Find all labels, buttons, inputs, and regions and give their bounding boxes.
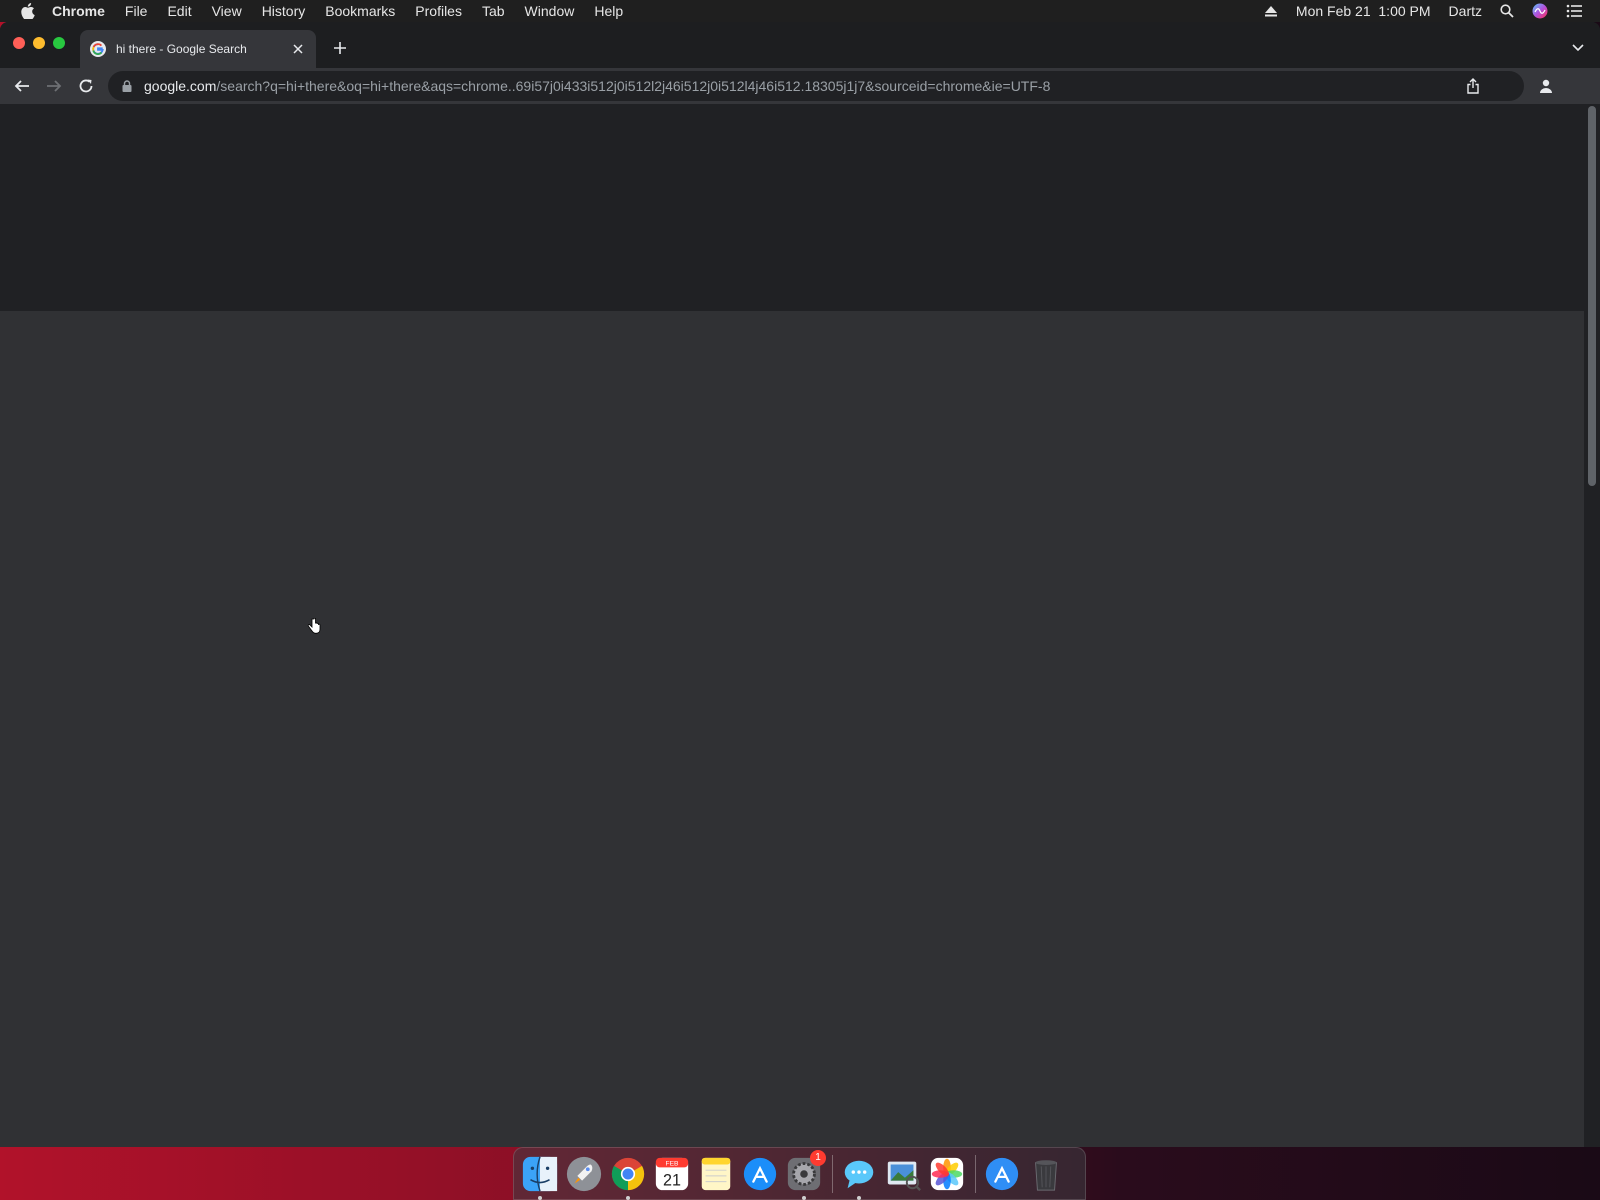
dock-messages[interactable] (839, 1154, 879, 1200)
messages-icon (844, 1160, 874, 1188)
url-path: /search?q=hi+there&oq=hi+there&aqs=chrom… (216, 78, 1051, 94)
menu-bookmarks[interactable]: Bookmarks (325, 3, 395, 19)
window-close-button[interactable] (13, 37, 25, 49)
forward-arrow-icon[interactable] (40, 72, 68, 100)
tab-title: hi there - Google Search (116, 42, 247, 56)
launchpad-rocket-icon (566, 1156, 602, 1191)
tab-strip: hi there - Google Search (0, 22, 1600, 68)
page-content[interactable] (0, 104, 1600, 1147)
calendar-icon: FEB 21 (655, 1157, 689, 1190)
reload-icon[interactable] (72, 72, 100, 100)
new-tab-button[interactable] (330, 38, 350, 58)
apple-menu-icon[interactable] (20, 3, 36, 19)
dock-photos[interactable] (927, 1154, 967, 1194)
lock-icon[interactable] (120, 79, 134, 93)
menu-bar-status-area: Mon Feb 21 1:00 PM Dartz (1264, 0, 1600, 22)
scrollbar-thumb[interactable] (1588, 106, 1596, 486)
finder-icon (522, 1156, 558, 1191)
running-indicator (538, 1195, 542, 1200)
dock-separator (832, 1154, 833, 1193)
menu-file[interactable]: File (125, 3, 148, 19)
menu-window[interactable]: Window (525, 3, 575, 19)
menu-help[interactable]: Help (594, 3, 623, 19)
google-favicon-icon (90, 41, 106, 57)
back-arrow-icon[interactable] (8, 72, 36, 100)
menu-app-name[interactable]: Chrome (52, 3, 105, 19)
dock-preview[interactable] (883, 1154, 923, 1194)
menu-bar: Chrome File Edit View History Bookmarks … (0, 0, 1600, 22)
photos-icon (930, 1157, 964, 1190)
chrome-window: hi there - Google Search google.com/sear… (0, 22, 1600, 1147)
control-center-icon[interactable] (1566, 4, 1582, 18)
dock-calendar[interactable]: FEB 21 (652, 1154, 692, 1194)
browser-tab[interactable]: hi there - Google Search (80, 30, 316, 68)
app-store-icon (743, 1157, 777, 1190)
running-indicator (857, 1195, 861, 1200)
dock-separator (975, 1154, 976, 1193)
search-header-area (0, 104, 1584, 311)
menu-view[interactable]: View (212, 3, 242, 19)
app-store-download-icon (985, 1157, 1019, 1190)
notes-icon (701, 1157, 731, 1190)
siri-icon[interactable] (1532, 3, 1548, 19)
notification-badge: 1 (810, 1149, 826, 1166)
address-bar[interactable]: google.com/search?q=hi+there&oq=hi+there… (108, 71, 1524, 101)
dock-launchpad[interactable] (564, 1154, 604, 1194)
dock-notes[interactable] (696, 1154, 736, 1194)
tab-search-chevron-icon[interactable] (1568, 38, 1588, 58)
dock-trash[interactable] (1026, 1154, 1066, 1194)
eject-icon[interactable] (1264, 5, 1278, 17)
tab-close-icon[interactable] (290, 41, 306, 57)
window-fullscreen-button[interactable] (53, 37, 65, 49)
dock-chrome[interactable] (608, 1154, 648, 1200)
hand-cursor-icon (307, 617, 323, 636)
running-indicator (626, 1195, 630, 1200)
preview-icon (887, 1161, 921, 1191)
dock-app-store[interactable] (740, 1154, 780, 1194)
window-minimize-button[interactable] (33, 37, 45, 49)
url-host: google.com (144, 78, 217, 94)
dock-finder[interactable] (520, 1154, 560, 1200)
profile-avatar-icon[interactable] (1532, 72, 1560, 100)
menu-profiles[interactable]: Profiles (415, 3, 462, 19)
dock-app-store-folder[interactable] (982, 1154, 1022, 1194)
menu-clock[interactable]: Mon Feb 21 1:00 PM (1296, 3, 1431, 19)
calendar-day: 21 (663, 1171, 681, 1189)
dock: FEB 21 1 (513, 1147, 1086, 1200)
browser-toolbar: google.com/search?q=hi+there&oq=hi+there… (0, 68, 1600, 104)
menu-user-name[interactable]: Dartz (1449, 3, 1482, 19)
share-icon[interactable] (1464, 77, 1482, 95)
running-indicator (802, 1195, 806, 1200)
chrome-icon (611, 1157, 645, 1190)
url-text[interactable]: google.com/search?q=hi+there&oq=hi+there… (144, 78, 1050, 94)
trash-icon (1035, 1159, 1057, 1191)
menu-history[interactable]: History (262, 3, 306, 19)
vertical-scrollbar[interactable] (1584, 104, 1600, 1147)
spotlight-search-icon[interactable] (1500, 4, 1514, 18)
calendar-month: FEB (666, 1160, 679, 1167)
dock-system-preferences[interactable]: 1 (784, 1149, 826, 1200)
menu-edit[interactable]: Edit (167, 3, 191, 19)
menu-tab[interactable]: Tab (482, 3, 505, 19)
